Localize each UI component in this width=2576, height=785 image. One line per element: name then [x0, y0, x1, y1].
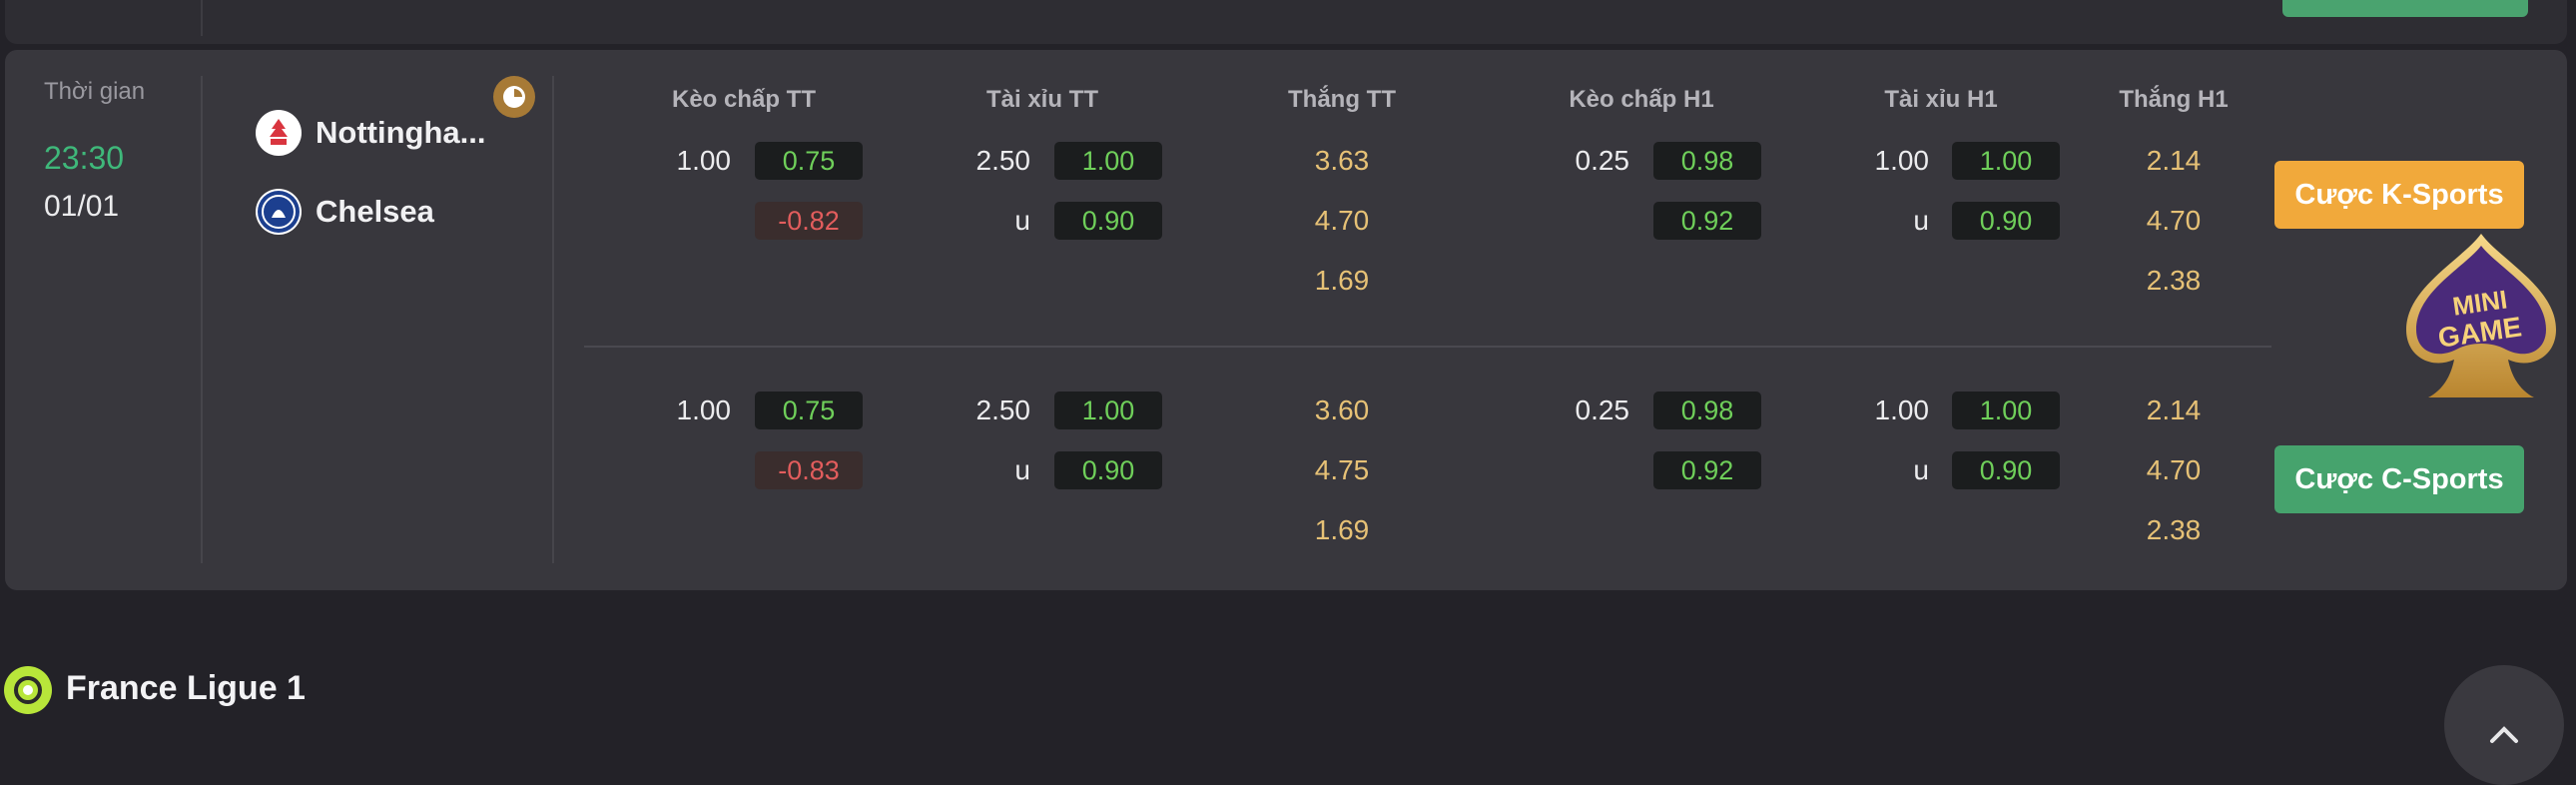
win-odds[interactable]: 2.14: [2147, 145, 2202, 177]
win-odds[interactable]: 4.70: [1315, 205, 1370, 237]
odds-button[interactable]: 0.75: [755, 142, 863, 180]
clock-icon[interactable]: [493, 76, 535, 118]
nottingham-forest-logo: [256, 110, 302, 156]
win-odds[interactable]: 2.38: [2147, 265, 2202, 297]
under-label: u: [1913, 454, 1929, 485]
odds-button[interactable]: 0.90: [1054, 451, 1162, 489]
away-team-name: Chelsea: [316, 194, 434, 229]
header-tai-xiu-tt: Tài xỉu TT: [985, 86, 1099, 113]
odds-button[interactable]: 0.90: [1952, 451, 2060, 489]
previous-bet-button[interactable]: [2282, 0, 2528, 17]
handicap-line: 1.00: [676, 145, 732, 176]
win-odds[interactable]: 4.70: [2147, 454, 2202, 486]
under-label: u: [1014, 205, 1030, 236]
match-time: 23:30: [44, 140, 125, 176]
win-odds[interactable]: 3.63: [1315, 145, 1370, 177]
header-thang-h1: Thắng H1: [2119, 86, 2229, 113]
time-label: Thời gian: [44, 78, 146, 105]
away-team[interactable]: Chelsea: [256, 187, 434, 237]
under-label: u: [1014, 454, 1030, 485]
match-date: 01/01: [44, 190, 120, 223]
minigame-badge[interactable]: MINI GAME: [2400, 230, 2562, 405]
header-keo-chap-tt: Kèo chấp TT: [671, 86, 817, 113]
chevron-up-icon: [2490, 726, 2518, 743]
league-title[interactable]: France Ligue 1: [66, 669, 306, 708]
odds-button[interactable]: 0.75: [755, 392, 863, 429]
odds-button[interactable]: 0.92: [1653, 451, 1761, 489]
win-odds[interactable]: 4.70: [2147, 205, 2202, 237]
win-odds[interactable]: 3.60: [1315, 394, 1370, 426]
home-team-name: Nottingha...: [316, 115, 486, 150]
total-line: 1.00: [1874, 145, 1930, 176]
win-odds[interactable]: 4.75: [1315, 454, 1370, 486]
handicap-line: 0.25: [1575, 145, 1630, 176]
odds-button[interactable]: 1.00: [1952, 142, 2060, 180]
scroll-top-button[interactable]: [2444, 665, 2564, 785]
total-line: 2.50: [975, 145, 1031, 176]
divider: [552, 76, 554, 563]
win-odds[interactable]: 1.69: [1315, 265, 1370, 297]
header-tai-xiu-h1: Tài xỉu H1: [1884, 86, 1998, 113]
odds-button[interactable]: 0.92: [1653, 202, 1761, 240]
odds-button[interactable]: 1.00: [1054, 142, 1162, 180]
handicap-line: 0.25: [1575, 394, 1630, 425]
odds-button[interactable]: -0.82: [755, 202, 863, 240]
total-line: 2.50: [975, 394, 1031, 425]
win-odds[interactable]: 1.69: [1315, 514, 1370, 546]
previous-match-card: [5, 0, 2567, 44]
header-thang-tt: Thắng TT: [1288, 86, 1396, 113]
total-line: 1.00: [1874, 394, 1930, 425]
handicap-line: 1.00: [676, 394, 732, 425]
divider: [201, 0, 203, 36]
win-odds[interactable]: 2.14: [2147, 394, 2202, 426]
odds-button[interactable]: -0.83: [755, 451, 863, 489]
market-divider: [584, 346, 2271, 348]
odds-button[interactable]: 0.90: [1054, 202, 1162, 240]
odds-button[interactable]: 0.98: [1653, 392, 1761, 429]
win-odds[interactable]: 2.38: [2147, 514, 2202, 546]
odds-button[interactable]: 1.00: [1054, 392, 1162, 429]
divider: [201, 76, 203, 563]
under-label: u: [1913, 205, 1929, 236]
header-keo-chap-h1: Kèo chấp H1: [1569, 86, 1714, 113]
odds-button[interactable]: 1.00: [1952, 392, 2060, 429]
odds-button[interactable]: 0.90: [1952, 202, 2060, 240]
ligue1-icon: [4, 666, 52, 714]
bet-c-sports-button[interactable]: Cược C-Sports: [2274, 445, 2524, 513]
chelsea-logo: [256, 189, 302, 235]
home-team[interactable]: Nottingha...: [256, 108, 485, 158]
bet-k-sports-button[interactable]: Cược K-Sports: [2274, 161, 2524, 229]
odds-button[interactable]: 0.98: [1653, 142, 1761, 180]
